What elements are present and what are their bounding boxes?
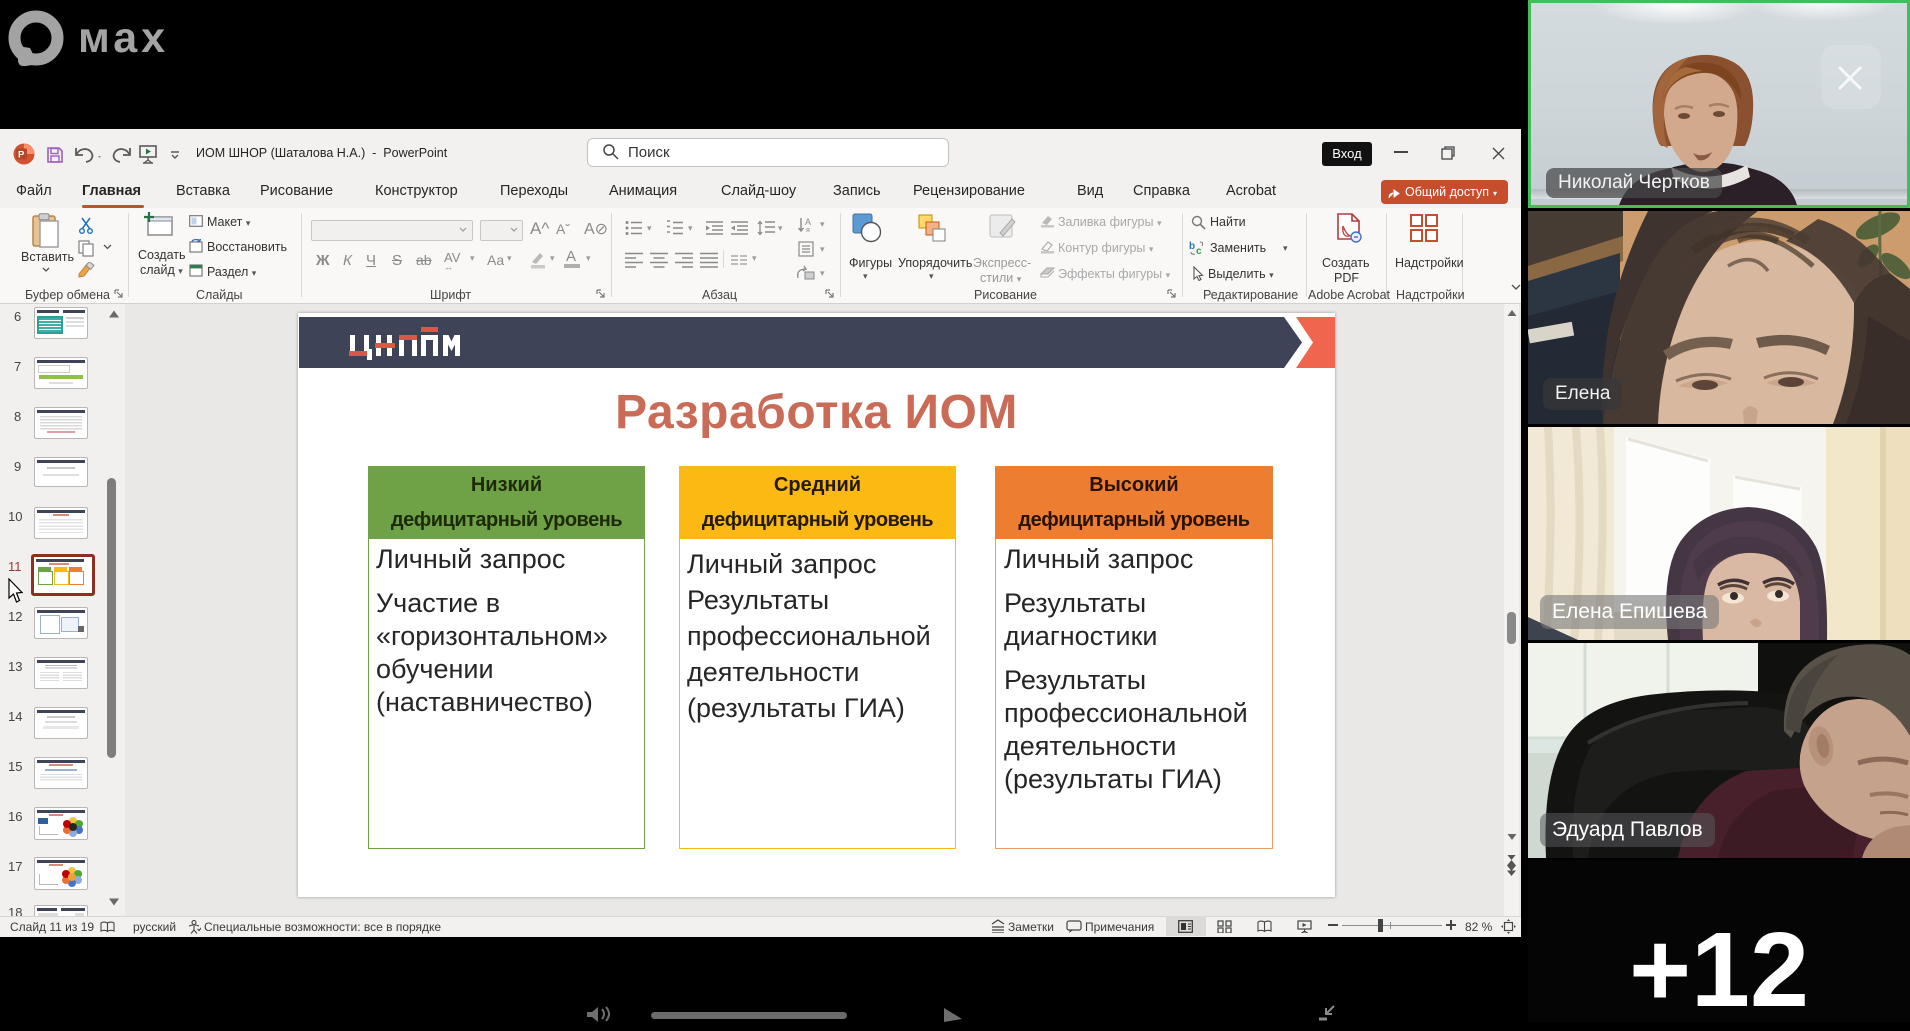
- svg-text:А: А: [805, 217, 811, 227]
- svg-text:P: P: [18, 150, 25, 161]
- svg-text:c: c: [1196, 246, 1202, 256]
- svg-text:мах: мах: [78, 14, 169, 62]
- svg-text:b: b: [1189, 241, 1195, 252]
- svg-text:я: я: [806, 227, 810, 234]
